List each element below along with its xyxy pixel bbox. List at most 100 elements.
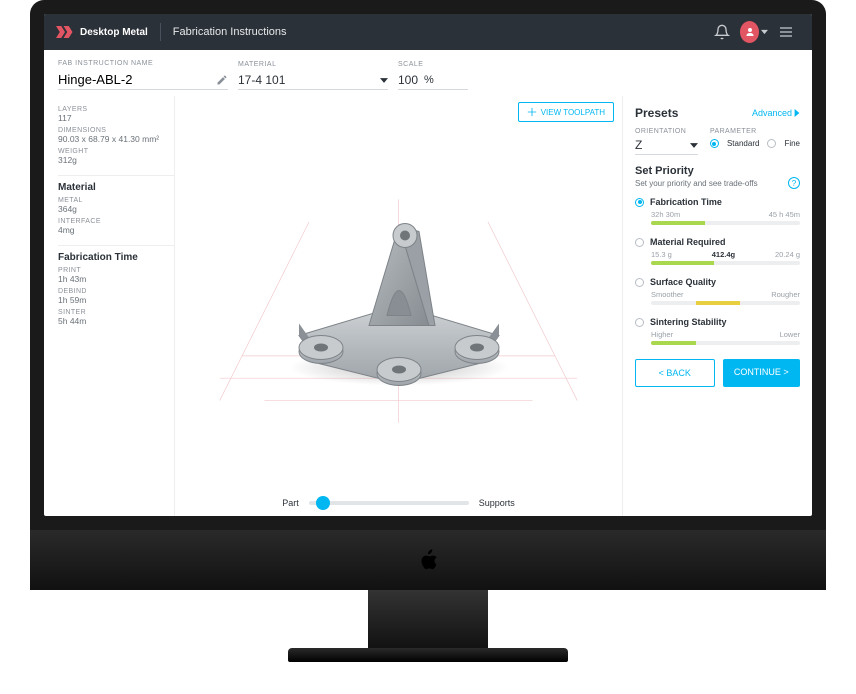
monitor-foot <box>288 648 568 662</box>
metric-max: Rougher <box>771 290 800 299</box>
brand-logo-icon <box>56 26 74 38</box>
metric-bar <box>651 301 800 305</box>
metric-max: 45 h 45m <box>769 210 800 219</box>
print-value: 1h 43m <box>58 274 174 284</box>
metric-name: Material Required <box>650 237 800 247</box>
dimensions-value: 90.03 x 68.79 x 41.30 mm² <box>58 134 174 144</box>
view-toolpath-button[interactable]: VIEW TOOLPATH <box>518 102 614 122</box>
metric-bar <box>651 261 800 265</box>
priority-metric: Surface Quality Smoother Rougher <box>635 277 800 305</box>
monitor-chin <box>30 530 826 590</box>
metric-min: 15.3 g <box>651 250 672 259</box>
pencil-icon <box>216 74 228 86</box>
dimensions-label: DIMENSIONS <box>58 127 174 134</box>
metric-bar <box>651 341 800 345</box>
priority-metric: Fabrication Time 32h 30m 45 h 45m <box>635 197 800 225</box>
name-label: FAB INSTRUCTION NAME <box>58 60 228 67</box>
metal-label: METAL <box>58 197 174 204</box>
debind-label: DEBIND <box>58 288 174 295</box>
notifications-button[interactable] <box>708 18 736 46</box>
sinter-value: 5h 44m <box>58 316 174 326</box>
metric-radio[interactable] <box>635 238 644 247</box>
menu-button[interactable] <box>772 18 800 46</box>
metric-max: 20.24 g <box>775 250 800 259</box>
slider-right-label: Supports <box>479 498 515 508</box>
metric-radio[interactable] <box>635 318 644 327</box>
avatar <box>740 21 759 43</box>
interface-value: 4mg <box>58 225 174 235</box>
priority-metric: Sintering Stability Higher Lower <box>635 317 800 345</box>
part-render <box>259 195 539 400</box>
user-menu-button[interactable] <box>740 18 768 46</box>
material-select[interactable]: 17-4 101 <box>238 71 388 90</box>
scale-label: SCALE <box>398 61 468 68</box>
part-supports-slider[interactable] <box>309 501 469 505</box>
layers-value: 117 <box>58 113 174 123</box>
brand-name: Desktop Metal <box>80 27 148 38</box>
orientation-value: Z <box>635 138 642 152</box>
material-heading: Material <box>58 175 174 193</box>
metric-min: Higher <box>651 330 673 339</box>
part-supports-slider-row: Part Supports <box>175 498 622 508</box>
metric-max: Lower <box>780 330 800 339</box>
fabtime-heading: Fabrication Time <box>58 245 174 263</box>
scale-unit: % <box>424 74 434 86</box>
metric-min: Smoother <box>651 290 684 299</box>
bell-icon <box>714 24 730 40</box>
metric-radio[interactable] <box>635 198 644 207</box>
sinter-label: SINTER <box>58 309 174 316</box>
debind-value: 1h 59m <box>58 295 174 305</box>
orientation-select[interactable]: Z <box>635 138 698 155</box>
parameter-standard-label: Standard <box>727 139 759 148</box>
chevron-right-icon <box>794 109 800 117</box>
advanced-link[interactable]: Advanced <box>752 108 800 118</box>
parameter-fine-radio[interactable] <box>767 139 776 148</box>
help-button[interactable]: ? <box>788 177 800 189</box>
metric-current: 412.4g <box>712 250 735 259</box>
slider-left-label: Part <box>282 498 299 508</box>
metric-name: Surface Quality <box>650 277 800 287</box>
name-input[interactable] <box>58 70 228 90</box>
scale-input[interactable]: 100 % <box>398 71 468 90</box>
layers-label: LAYERS <box>58 106 174 113</box>
divider <box>160 23 161 41</box>
page-title: Fabrication Instructions <box>173 26 287 38</box>
viewport[interactable]: VIEW TOOLPATH <box>174 96 622 516</box>
info-sidebar: LAYERS 117 DIMENSIONS 90.03 x 68.79 x 41… <box>44 96 174 516</box>
continue-button[interactable]: CONTINUE > <box>723 359 801 387</box>
apple-logo-icon <box>417 547 439 573</box>
priority-metric: Material Required 15.3 g 412.4g 20.24 g <box>635 237 800 265</box>
back-button[interactable]: < BACK <box>635 359 715 387</box>
name-input-field[interactable] <box>58 72 212 87</box>
material-value: 17-4 101 <box>238 73 285 87</box>
metric-bar <box>651 221 800 225</box>
parameter-fine-label: Fine <box>784 139 800 148</box>
parameter-standard-radio[interactable] <box>710 139 719 148</box>
advanced-label: Advanced <box>752 108 792 118</box>
presets-title: Presets <box>635 106 678 120</box>
metric-min: 32h 30m <box>651 210 680 219</box>
scale-value: 100 <box>398 73 418 87</box>
field-bar: FAB INSTRUCTION NAME MATERIAL 17-4 101 S… <box>44 50 812 96</box>
metric-radio[interactable] <box>635 278 644 287</box>
user-icon <box>744 26 756 38</box>
print-label: PRINT <box>58 267 174 274</box>
material-label: MATERIAL <box>238 61 388 68</box>
priority-heading: Set Priority <box>635 165 800 177</box>
parameter-label: PARAMETER <box>710 128 800 135</box>
presets-panel: Presets Advanced ORIENTATION Z <box>622 96 812 516</box>
hamburger-icon <box>778 24 794 40</box>
slider-thumb[interactable] <box>316 496 330 510</box>
metric-name: Fabrication Time <box>650 197 800 207</box>
chevron-down-icon <box>690 143 698 148</box>
interface-label: INTERFACE <box>58 218 174 225</box>
chevron-down-icon <box>380 78 388 83</box>
path-icon <box>527 107 537 117</box>
weight-value: 312g <box>58 155 174 165</box>
chevron-down-icon <box>761 28 768 36</box>
view-toolpath-label: VIEW TOOLPATH <box>541 108 605 117</box>
orientation-label: ORIENTATION <box>635 128 698 135</box>
metal-value: 364g <box>58 204 174 214</box>
weight-label: WEIGHT <box>58 148 174 155</box>
app-header: Desktop Metal Fabrication Instructions <box>44 14 812 50</box>
